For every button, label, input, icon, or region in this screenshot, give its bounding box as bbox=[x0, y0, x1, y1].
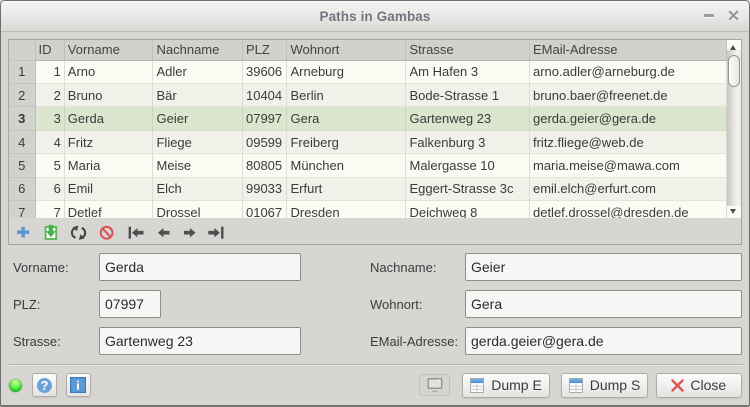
svg-text:?: ? bbox=[41, 378, 49, 393]
svg-text:i: i bbox=[76, 379, 80, 393]
